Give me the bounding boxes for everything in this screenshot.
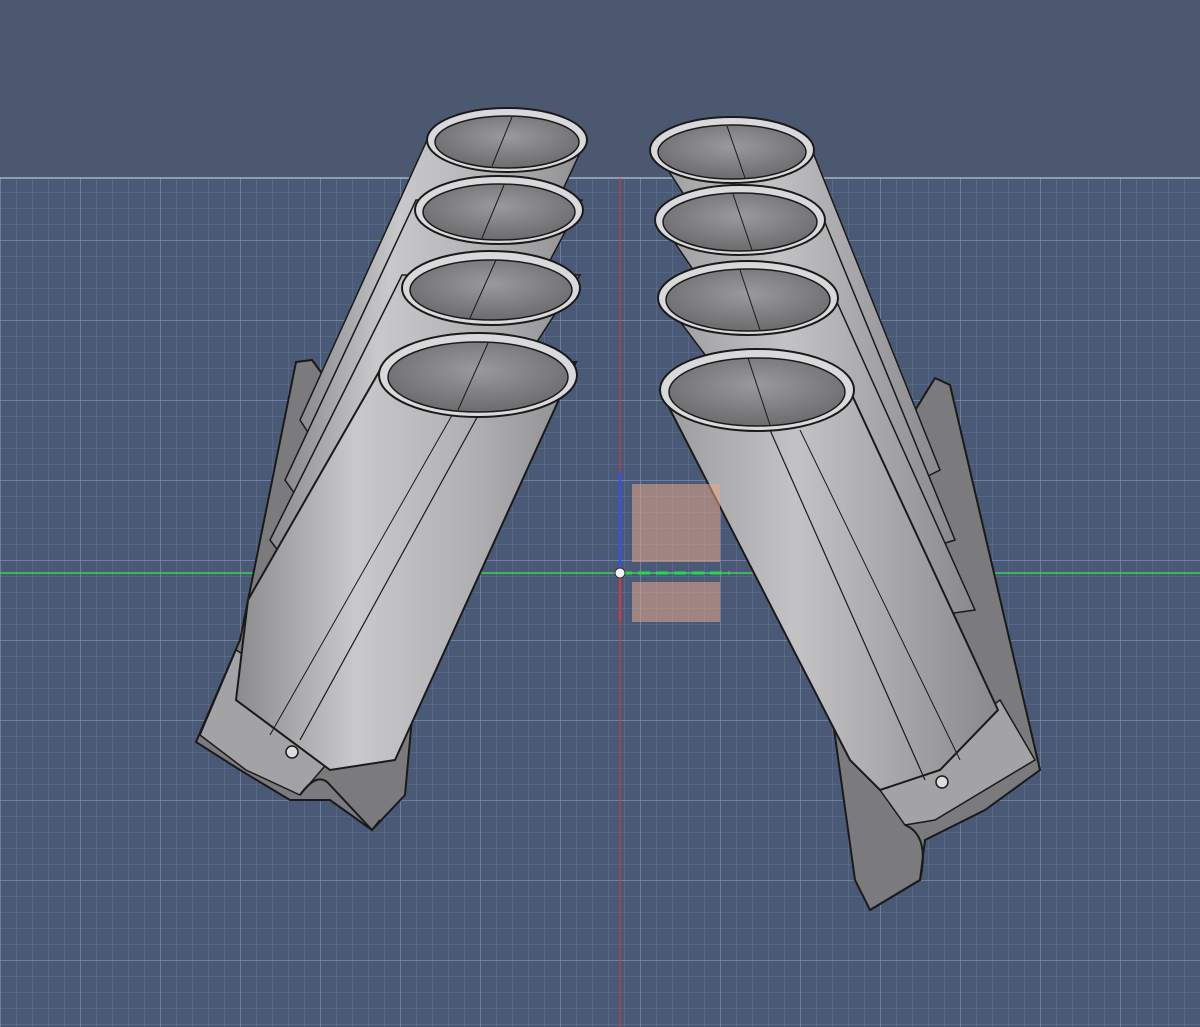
origin-plane-bottom[interactable] bbox=[632, 582, 720, 622]
right-tube-2-opening bbox=[662, 192, 818, 252]
left-tube-1-opening bbox=[434, 115, 580, 169]
origin-plane-top[interactable] bbox=[632, 484, 720, 562]
right-screw-hole bbox=[935, 775, 949, 789]
ground-grid-lines bbox=[0, 178, 1200, 1027]
left-screw-hole bbox=[285, 745, 299, 759]
left-tube-4-opening bbox=[387, 341, 569, 413]
right-tube-4-opening bbox=[668, 357, 846, 427]
origin-point[interactable] bbox=[614, 567, 626, 579]
3d-viewport[interactable] bbox=[0, 0, 1200, 1027]
origin-gizmo[interactable] bbox=[614, 472, 730, 622]
right-tube-1-opening bbox=[657, 124, 807, 180]
left-tube-2-opening bbox=[422, 183, 576, 241]
left-tube-3-opening bbox=[409, 259, 573, 321]
right-tube-3-opening bbox=[665, 268, 831, 332]
